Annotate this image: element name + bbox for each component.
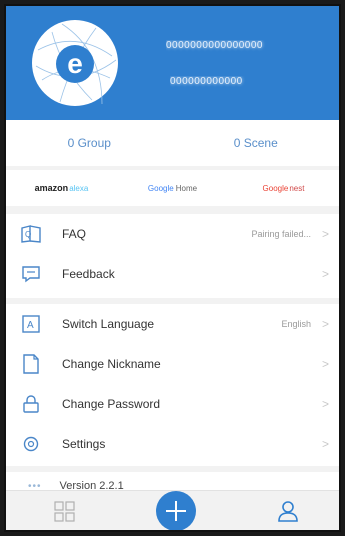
menu-item-switch-language[interactable]: A Switch Language English > [6, 304, 339, 344]
chevron-right-icon: > [321, 357, 329, 371]
google-word-2: Google [262, 183, 289, 193]
chevron-right-icon: > [321, 437, 329, 451]
add-device-button[interactable] [156, 491, 196, 530]
faq-value: Pairing failed... [251, 229, 311, 239]
menu-group-help: Q FAQ Pairing failed... > Feedback > [6, 214, 339, 298]
user-id: 000000000000 [170, 76, 243, 87]
nickname-icon [20, 353, 42, 375]
faq-icon: Q [20, 223, 42, 245]
bottom-tab-bar [6, 490, 339, 530]
menu-group-account: A Switch Language English > Change Nickn… [6, 304, 339, 466]
ewelink-logo-icon: e [34, 22, 117, 105]
app-logo: e [32, 20, 118, 106]
google-nest-logo[interactable]: Googlenest [228, 184, 339, 193]
user-name[interactable]: 0000000000000000 [166, 40, 280, 56]
svg-text:e: e [67, 48, 83, 79]
language-icon: A [20, 313, 42, 335]
chevron-right-icon: > [321, 317, 329, 331]
partner-logos: amazonalexa Google Home Googlenest [6, 170, 339, 206]
gear-icon [20, 433, 42, 455]
amazon-alexa-logo[interactable]: amazonalexa [6, 183, 117, 193]
amazon-word: amazon [34, 183, 69, 193]
tab-devices[interactable] [54, 501, 76, 523]
app-frame: e 0000000000000000 000000000000 0 Group … [4, 4, 341, 532]
google-word: Google [147, 183, 174, 193]
language-label: Switch Language [62, 317, 155, 331]
menu-item-settings[interactable]: Settings > [6, 424, 339, 464]
feedback-icon [20, 263, 42, 285]
lock-icon [20, 393, 42, 415]
nickname-label: Change Nickname [62, 357, 161, 371]
profile-header: e 0000000000000000 000000000000 [6, 6, 339, 120]
language-value: English [281, 319, 311, 329]
user-icon [278, 501, 298, 522]
google-home-logo[interactable]: Google Home [117, 184, 228, 193]
menu-item-change-password[interactable]: Change Password > [6, 384, 339, 424]
menu-item-change-nickname[interactable]: Change Nickname > [6, 344, 339, 384]
chevron-right-icon: > [321, 397, 329, 411]
faq-label: FAQ [62, 227, 87, 241]
menu-item-feedback[interactable]: Feedback > [6, 254, 339, 294]
tab-profile[interactable] [276, 499, 300, 523]
feedback-label: Feedback [62, 267, 115, 281]
password-label: Change Password [62, 397, 161, 411]
grid-icon [54, 501, 75, 522]
google-home-word: Home [175, 183, 198, 193]
chevron-right-icon: > [321, 227, 329, 241]
group-count[interactable]: 0 Group [6, 120, 173, 166]
chevron-right-icon: > [321, 267, 329, 281]
version-row: ••• Version 2.2.1 [6, 472, 339, 492]
scene-count[interactable]: 0 Scene [173, 120, 340, 166]
alexa-word: alexa [69, 184, 89, 193]
settings-label: Settings [62, 437, 106, 451]
nest-word: nest [289, 183, 305, 193]
svg-text:A: A [27, 320, 34, 331]
stats-bar: 0 Group 0 Scene [6, 120, 339, 166]
menu-item-faq[interactable]: Q FAQ Pairing failed... > [6, 214, 339, 254]
plus-icon [166, 501, 186, 521]
svg-text:Q: Q [25, 230, 31, 239]
